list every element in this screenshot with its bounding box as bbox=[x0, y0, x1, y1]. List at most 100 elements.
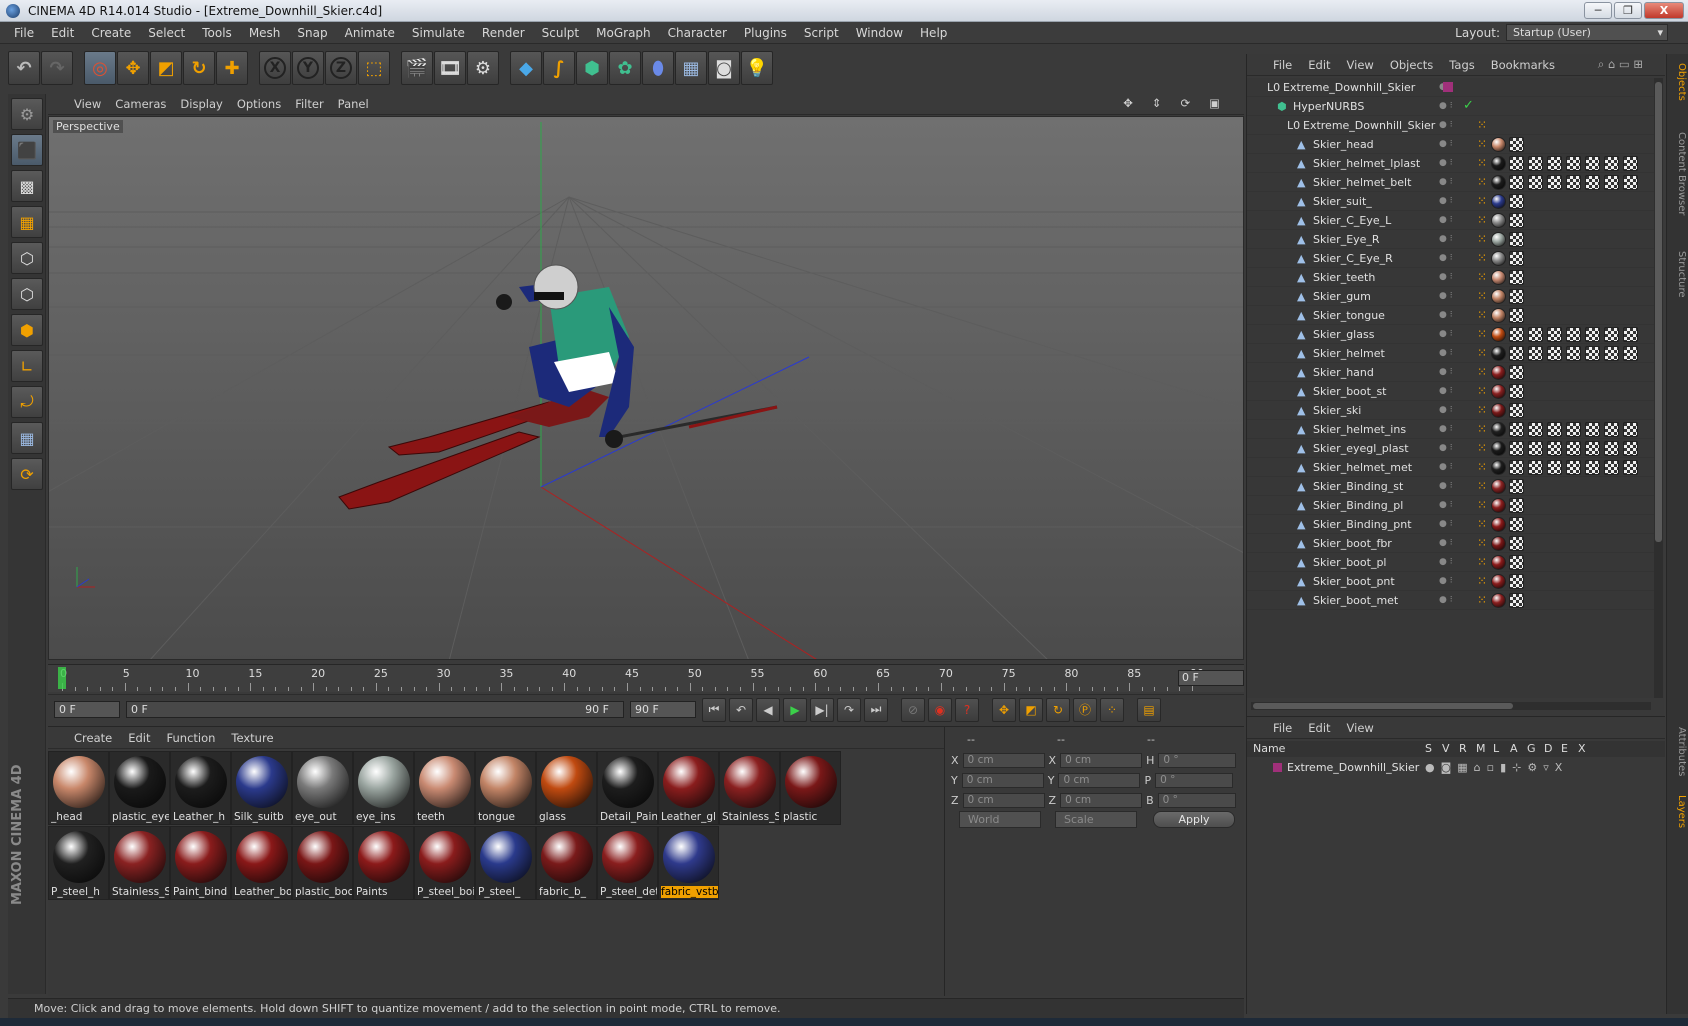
material-tag-icon[interactable] bbox=[1491, 555, 1506, 570]
phong-tag-icon[interactable]: ⁙ bbox=[1477, 593, 1487, 607]
texture-tag-icon[interactable] bbox=[1547, 156, 1562, 171]
render-settings-icon[interactable]: ⚙ bbox=[467, 51, 499, 85]
material-tag-icon[interactable] bbox=[1491, 403, 1506, 418]
texture-tag-icon[interactable] bbox=[1585, 156, 1600, 171]
texture-tag-icon[interactable] bbox=[1604, 441, 1619, 456]
undo-icon[interactable]: ↶ bbox=[8, 51, 40, 85]
material-swatch[interactable]: P_steel_h bbox=[48, 826, 109, 900]
texture-tag-icon[interactable] bbox=[1509, 346, 1524, 361]
phong-tag-icon[interactable]: ⁙ bbox=[1477, 270, 1487, 284]
material-swatch[interactable]: plastic_eye bbox=[109, 751, 170, 825]
texture-tag-icon[interactable] bbox=[1528, 346, 1543, 361]
material-tag-icon[interactable] bbox=[1491, 232, 1506, 247]
phong-tag-icon[interactable]: ⁙ bbox=[1477, 213, 1487, 227]
phong-tag-icon[interactable]: ⁙ bbox=[1477, 422, 1487, 436]
material-tag-icon[interactable] bbox=[1491, 270, 1506, 285]
visibility-dots[interactable]: ● ⁝ bbox=[1439, 329, 1469, 341]
material-tag-icon[interactable] bbox=[1491, 365, 1506, 380]
visibility-dots[interactable]: ● ⁝ bbox=[1439, 462, 1469, 474]
object-row[interactable]: ▲ Skier_eyegl_plast ● ⁝ ⁙ bbox=[1247, 439, 1655, 458]
texture-tag-icon[interactable] bbox=[1509, 517, 1524, 532]
object-row[interactable]: ▲ Skier_boot_fbr ● ⁝ ⁙ bbox=[1247, 534, 1655, 553]
visibility-dots[interactable]: ● ⁝ bbox=[1439, 291, 1469, 303]
phong-tag-icon[interactable]: ⁙ bbox=[1477, 384, 1487, 398]
objects-menu-edit[interactable]: Edit bbox=[1308, 58, 1330, 72]
material-tag-icon[interactable] bbox=[1491, 536, 1506, 551]
material-swatch[interactable]: eye_ins bbox=[353, 751, 414, 825]
phong-tag-icon[interactable]: ⁙ bbox=[1477, 574, 1487, 588]
layout-select[interactable]: Startup (User) bbox=[1506, 24, 1668, 41]
enable-snap-icon[interactable]: ▦ bbox=[11, 422, 43, 454]
texture-tag-icon[interactable] bbox=[1566, 327, 1581, 342]
x-axis-icon[interactable]: X bbox=[259, 51, 291, 85]
material-swatch[interactable]: Stainless_S bbox=[109, 826, 170, 900]
add-object-icon[interactable]: ✚ bbox=[216, 51, 248, 85]
position-z-field[interactable]: 0 cm bbox=[962, 793, 1045, 808]
visibility-dots[interactable]: ● ⁝ bbox=[1439, 481, 1469, 493]
material-swatch[interactable]: Paint_bind bbox=[170, 826, 231, 900]
redo-icon[interactable]: ↷ bbox=[41, 51, 73, 85]
texture-tag-icon[interactable] bbox=[1604, 460, 1619, 475]
layer-menu-file[interactable]: File bbox=[1273, 721, 1292, 735]
layer-menu-edit[interactable]: Edit bbox=[1308, 721, 1330, 735]
minimize-button[interactable]: ─ bbox=[1584, 2, 1612, 19]
key-pla-icon[interactable]: ⁘ bbox=[1100, 697, 1124, 722]
keyframe-selection-icon[interactable]: ? bbox=[955, 697, 979, 722]
object-row[interactable]: ▲ Skier_ski ● ⁝ ⁙ bbox=[1247, 401, 1655, 420]
current-frame-field[interactable]: 0 F bbox=[1178, 670, 1244, 686]
object-row[interactable]: ▲ Skier_C_Eye_L ● ⁝ ⁙ bbox=[1247, 211, 1655, 230]
objects-menu-view[interactable]: View bbox=[1347, 58, 1374, 72]
edges-mode-icon[interactable]: ⬡ bbox=[11, 278, 43, 310]
object-row[interactable]: ▲ Skier_glass ● ⁝ ⁙ bbox=[1247, 325, 1655, 344]
texture-tag-icon[interactable] bbox=[1509, 156, 1524, 171]
phong-tag-icon[interactable]: ⁙ bbox=[1477, 498, 1487, 512]
material-tag-icon[interactable] bbox=[1491, 346, 1506, 361]
material-swatch[interactable]: P_steel_boi bbox=[414, 826, 475, 900]
visibility-dots[interactable]: ● ⁝ bbox=[1439, 500, 1469, 512]
phong-tag-icon[interactable]: ⁙ bbox=[1477, 479, 1487, 493]
material-swatch[interactable]: Leather_h bbox=[170, 751, 231, 825]
texture-tag-icon[interactable] bbox=[1509, 384, 1524, 399]
timeline-window-icon[interactable]: ▤ bbox=[1137, 697, 1161, 722]
object-row[interactable]: ▲ Skier_suit_ ● ⁝ ⁙ bbox=[1247, 192, 1655, 211]
menu-file[interactable]: File bbox=[14, 26, 34, 40]
nurbs-icon[interactable]: ⬢ bbox=[576, 51, 608, 85]
world-select[interactable]: World bbox=[959, 811, 1041, 828]
render-picture-viewer-icon[interactable]: 🎞 bbox=[434, 51, 466, 85]
object-row[interactable]: L0 Extreme_Downhill_Skier ● ⁝ ⁙ bbox=[1247, 116, 1655, 135]
texture-tag-icon[interactable] bbox=[1604, 327, 1619, 342]
texture-tag-icon[interactable] bbox=[1509, 194, 1524, 209]
size-y-field[interactable]: 0 cm bbox=[1058, 773, 1141, 788]
texture-tag-icon[interactable] bbox=[1547, 460, 1562, 475]
material-swatch[interactable]: glass bbox=[536, 751, 597, 825]
texture-tag-icon[interactable] bbox=[1585, 460, 1600, 475]
make-editable-icon[interactable]: ⚙ bbox=[11, 98, 43, 130]
object-row[interactable]: ▲ Skier_Eye_R ● ⁝ ⁙ bbox=[1247, 230, 1655, 249]
tab-objects[interactable]: Objects bbox=[1669, 62, 1687, 102]
texture-tag-icon[interactable] bbox=[1509, 593, 1524, 608]
object-row[interactable]: ▲ Skier_Binding_pnt ● ⁝ ⁙ bbox=[1247, 515, 1655, 534]
key-rotation-icon[interactable]: ↻ bbox=[1046, 697, 1070, 722]
texture-tag-icon[interactable] bbox=[1509, 555, 1524, 570]
material-swatch[interactable]: _head bbox=[48, 751, 109, 825]
material-menu-edit[interactable]: Edit bbox=[128, 731, 150, 745]
texture-tag-icon[interactable] bbox=[1509, 498, 1524, 513]
rotation-h-field[interactable]: 0 ° bbox=[1158, 753, 1237, 768]
material-tag-icon[interactable] bbox=[1491, 213, 1506, 228]
texture-tag-icon[interactable] bbox=[1547, 422, 1562, 437]
phong-tag-icon[interactable]: ⁙ bbox=[1477, 327, 1487, 341]
texture-tag-icon[interactable] bbox=[1604, 175, 1619, 190]
objects-menu-file[interactable]: File bbox=[1273, 58, 1292, 72]
scale-select[interactable]: Scale bbox=[1055, 811, 1137, 828]
texture-tag-icon[interactable] bbox=[1547, 175, 1562, 190]
viewport-menu-display[interactable]: Display bbox=[180, 97, 222, 111]
phong-tag-icon[interactable]: ⁙ bbox=[1477, 441, 1487, 455]
array-icon[interactable]: ✿ bbox=[609, 51, 641, 85]
texture-tag-icon[interactable] bbox=[1623, 441, 1638, 456]
material-swatch[interactable]: teeth bbox=[414, 751, 475, 825]
z-axis-icon[interactable]: Z bbox=[325, 51, 357, 85]
texture-tag-icon[interactable] bbox=[1509, 137, 1524, 152]
texture-tag-icon[interactable] bbox=[1509, 460, 1524, 475]
close-button[interactable]: X bbox=[1644, 2, 1684, 19]
play-icon[interactable]: ▶ bbox=[783, 697, 807, 722]
